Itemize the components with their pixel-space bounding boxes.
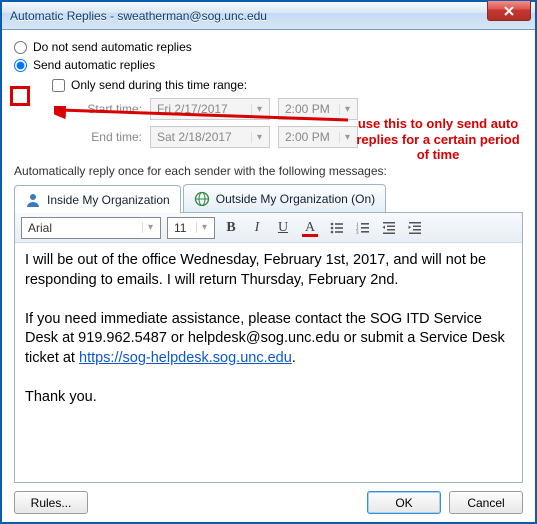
start-time-label: Start time: xyxy=(72,102,142,116)
end-date-dropdown[interactable]: Sat 2/18/2017 ▾ xyxy=(150,126,270,148)
cancel-button[interactable]: Cancel xyxy=(449,491,523,514)
font-family-dropdown[interactable]: Arial ▾ xyxy=(21,217,161,239)
tab-outside-label: Outside My Organization (On) xyxy=(216,192,375,206)
chevron-down-icon: ▾ xyxy=(251,132,267,143)
bottom-button-bar: Rules... OK Cancel xyxy=(14,483,523,514)
editor-frame: Arial ▾ 11 ▾ B I U A xyxy=(14,212,523,483)
font-size-value: 11 xyxy=(174,221,186,235)
chevron-down-icon: ▾ xyxy=(339,104,355,115)
outdent-icon xyxy=(381,220,397,236)
rules-button[interactable]: Rules... xyxy=(14,491,88,514)
bullet-list-button[interactable] xyxy=(327,218,347,238)
bold-button[interactable]: B xyxy=(221,218,241,238)
radio-send[interactable]: Send automatic replies xyxy=(14,58,523,72)
dialog-content: Do not send automatic replies Send autom… xyxy=(2,30,535,522)
editor-toolbar: Arial ▾ 11 ▾ B I U A xyxy=(15,213,522,243)
font-color-button[interactable]: A xyxy=(299,218,321,238)
indent-icon xyxy=(407,220,423,236)
font-color-strip xyxy=(302,234,318,237)
globe-icon xyxy=(194,191,210,207)
window-title: Automatic Replies - sweatherman@sog.unc.… xyxy=(10,9,267,23)
radio-do-not-send[interactable]: Do not send automatic replies xyxy=(14,40,523,54)
end-date-value: Sat 2/18/2017 xyxy=(157,130,232,144)
radio-do-not-send-input[interactable] xyxy=(14,41,27,54)
title-bar: Automatic Replies - sweatherman@sog.unc.… xyxy=(2,2,535,30)
tabs: Inside My Organization Outside My Organi… xyxy=(14,184,523,212)
tab-inside-org[interactable]: Inside My Organization xyxy=(14,185,181,213)
radio-do-not-send-label: Do not send automatic replies xyxy=(33,40,192,54)
person-icon xyxy=(25,192,41,208)
start-date-value: Fri 2/17/2017 xyxy=(157,102,228,116)
section-label: Automatically reply once for each sender… xyxy=(14,164,523,178)
message-text: . xyxy=(292,350,296,366)
start-time-dropdown[interactable]: 2:00 PM ▾ xyxy=(278,98,358,120)
annotation-text: use this to only send auto replies for a… xyxy=(353,116,523,163)
numbered-list-icon: 1 2 3 xyxy=(355,220,371,236)
chevron-down-icon: ▾ xyxy=(142,222,158,233)
svg-text:3: 3 xyxy=(356,231,359,236)
tab-inside-label: Inside My Organization xyxy=(47,193,170,207)
bullet-list-icon xyxy=(329,220,345,236)
radio-send-input[interactable] xyxy=(14,59,27,72)
ok-button[interactable]: OK xyxy=(367,491,441,514)
italic-button[interactable]: I xyxy=(247,218,267,238)
checkbox-only-send[interactable]: Only send during this time range: xyxy=(52,78,523,92)
start-time-value: 2:00 PM xyxy=(285,102,330,116)
radio-send-label: Send automatic replies xyxy=(33,58,155,72)
message-paragraph: If you need immediate assistance, please… xyxy=(25,310,512,369)
chevron-down-icon: ▾ xyxy=(196,222,212,233)
font-family-value: Arial xyxy=(28,221,52,235)
numbered-list-button[interactable]: 1 2 3 xyxy=(353,218,373,238)
underline-button[interactable]: U xyxy=(273,218,293,238)
checkbox-only-send-input[interactable] xyxy=(52,79,65,92)
message-editor[interactable]: I will be out of the office Wednesday, F… xyxy=(15,243,522,482)
close-button[interactable] xyxy=(487,1,531,21)
tab-outside-org[interactable]: Outside My Organization (On) xyxy=(183,184,386,212)
indent-button[interactable] xyxy=(405,218,425,238)
end-time-dropdown[interactable]: 2:00 PM ▾ xyxy=(278,126,358,148)
end-time-label: End time: xyxy=(72,130,142,144)
chevron-down-icon: ▾ xyxy=(251,104,267,115)
message-paragraph: Thank you. xyxy=(25,388,512,408)
end-time-value: 2:00 PM xyxy=(285,130,330,144)
font-size-dropdown[interactable]: 11 ▾ xyxy=(167,217,215,239)
checkbox-only-send-label: Only send during this time range: xyxy=(71,78,247,92)
close-icon xyxy=(504,6,514,16)
helpdesk-link[interactable]: https://sog-helpdesk.sog.unc.edu xyxy=(79,350,292,366)
outdent-button[interactable] xyxy=(379,218,399,238)
start-date-dropdown[interactable]: Fri 2/17/2017 ▾ xyxy=(150,98,270,120)
message-paragraph: I will be out of the office Wednesday, F… xyxy=(25,251,512,290)
annotation-highlight-box xyxy=(10,86,30,106)
